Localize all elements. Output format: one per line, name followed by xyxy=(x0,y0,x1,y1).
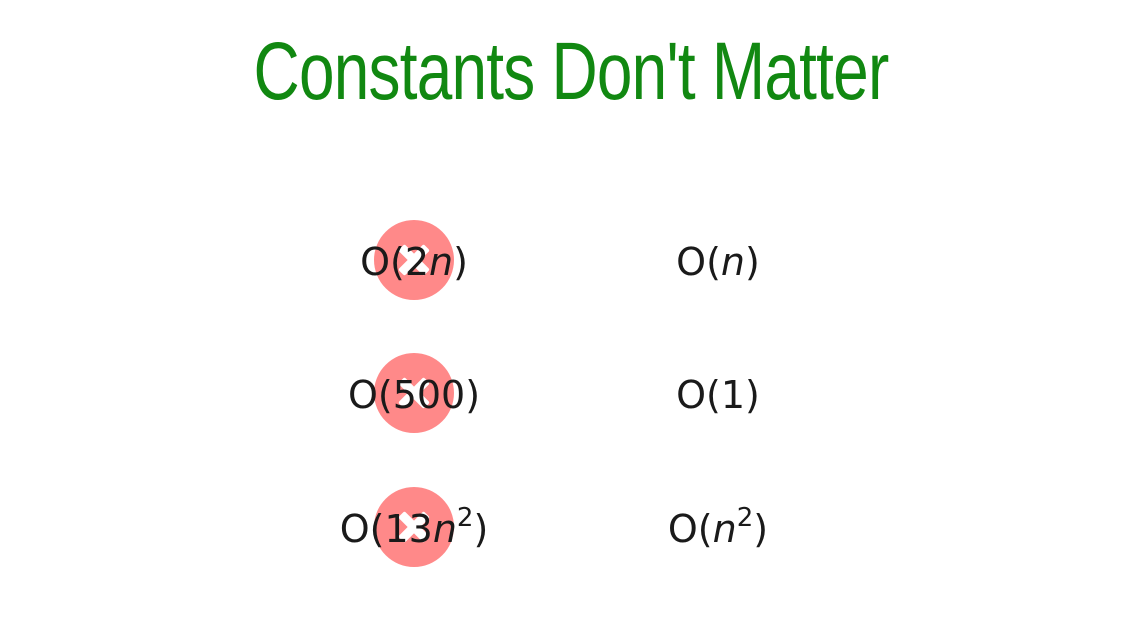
big-o-with-constant: O(13n2) xyxy=(339,503,489,551)
complexity-row-2: O(500) O(1) xyxy=(0,353,1142,433)
complexity-row-3: O(13n2) O(n2) xyxy=(0,487,1142,567)
big-o-with-constant: O(500) xyxy=(347,373,481,417)
big-o-simplified: O(n2) xyxy=(667,503,769,551)
slide-title: Constants Don't Matter xyxy=(253,26,890,117)
big-o-simplified: O(1) xyxy=(676,373,760,417)
big-o-with-constant: O(2n) xyxy=(360,240,468,284)
complexity-row-1: O(2n) O(n) xyxy=(0,220,1142,300)
big-o-simplified: O(n) xyxy=(676,240,760,284)
